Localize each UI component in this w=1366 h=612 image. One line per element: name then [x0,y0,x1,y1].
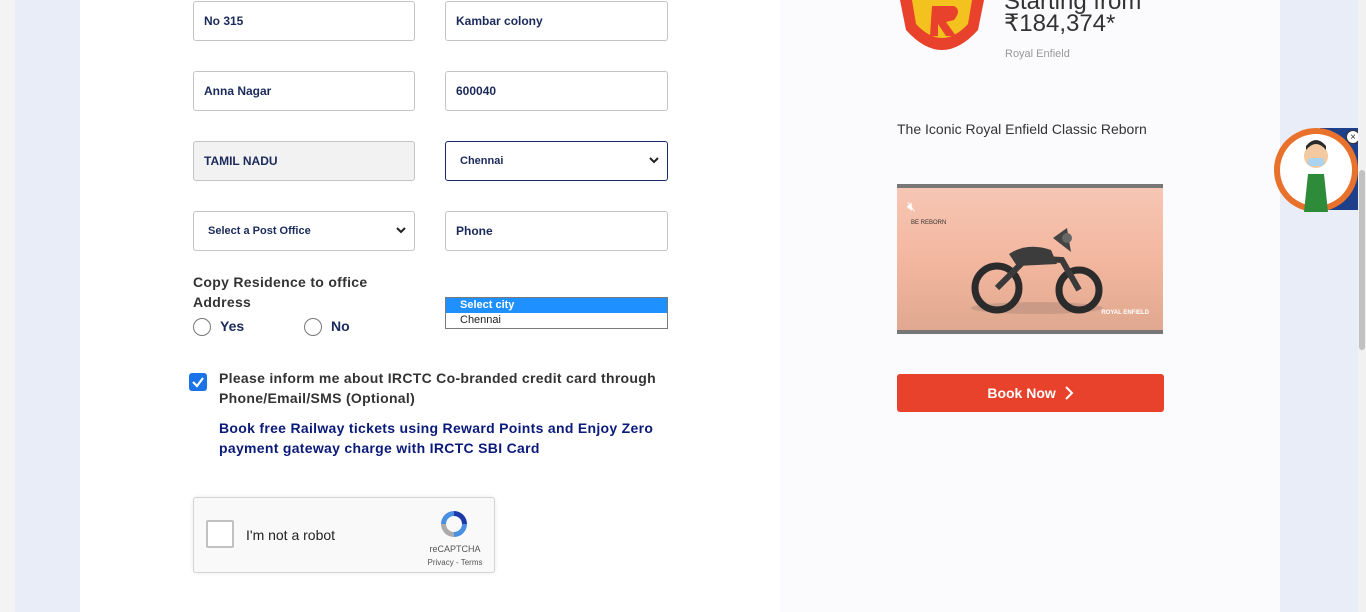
recaptcha-widget: I'm not a robot reCAPTCHA Privacy - Term… [193,497,495,573]
city-dropdown-list: Select city Chennai [445,297,668,329]
city-option[interactable]: Select city [446,298,667,313]
consent-text: Please inform me about IRCTC Co-branded … [219,370,656,406]
copy-no-radio[interactable] [304,318,322,336]
consent-checkbox[interactable] [189,373,207,391]
copy-yes-radio[interactable] [193,318,211,336]
address-line1-input[interactable]: No 315 [193,1,415,41]
royal-enfield-logo [898,0,986,60]
ad-video-watermark: ROYAL ENFIELD [1101,310,1149,316]
ad-brand: Royal Enfield [1005,48,1070,60]
ad-video[interactable]: 🔇︎ BE REBORN ROYAL ENFIELD [897,184,1163,334]
ad-price: ₹184,374* [1004,10,1116,37]
address-line2-input[interactable]: Kambar colony [445,1,668,41]
chevron-down-icon [649,142,659,180]
city-option[interactable]: Chennai [446,313,667,328]
book-now-label: Book Now [987,385,1056,401]
mute-icon[interactable]: 🔇︎ [907,198,916,215]
chevron-right-icon [1064,386,1074,400]
ad-tagline: The Iconic Royal Enfield Classic Reborn [897,121,1147,137]
left-gutter [0,0,15,612]
phone-input[interactable]: Phone [445,211,668,251]
recaptcha-label: I'm not a robot [246,527,336,543]
pincode-input[interactable]: 600040 [445,71,668,111]
post-office-select[interactable]: Select a Post Office [193,211,415,251]
book-now-button[interactable]: Book Now [897,374,1164,412]
chat-assistant[interactable]: × [1270,126,1366,214]
city-select-value: Chennai [460,155,504,167]
state-input: TAMIL NADU [193,141,415,181]
post-office-select-value: Select a Post Office [208,225,311,237]
city-select[interactable]: Chennai [445,141,668,181]
scrollbar-thumb[interactable] [1359,170,1365,350]
motorcycle-image [971,228,1103,314]
chevron-down-icon [396,212,406,250]
promo-text: Book free Railway tickets using Reward P… [219,420,654,456]
copy-yes-label[interactable]: Yes [220,318,244,334]
recaptcha-terms-link[interactable]: Privacy - Terms [422,558,488,567]
copy-residence-label: Copy Residence to office Address [193,274,368,310]
copy-no-label[interactable]: No [331,318,350,334]
recaptcha-logo-icon [438,508,470,545]
area-input[interactable]: Anna Nagar [193,71,415,111]
recaptcha-checkbox[interactable] [206,520,234,548]
recaptcha-brand: reCAPTCHA [429,544,481,554]
ad-video-caption: BE REBORN [911,220,947,226]
check-icon [192,377,204,388]
scrollbar[interactable] [1358,0,1366,612]
